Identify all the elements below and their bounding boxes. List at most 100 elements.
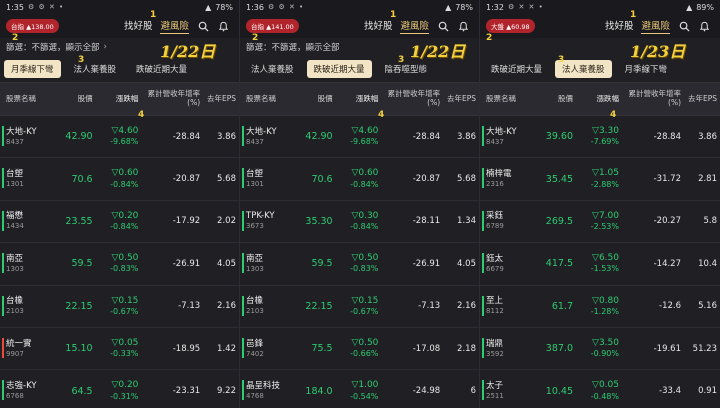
table-row[interactable]: 台橡 2103 22.15 ▽0.15 -0.67% -7.13 2.16 [240,285,479,328]
category-chip[interactable]: 跌破近期大量 [484,60,549,78]
table-row[interactable]: 大地-KY 8437 39.60 ▽3.30 -7.69% -28.84 3.86 [480,116,720,159]
table-row[interactable]: 至上 8112 61.7 ▽0.80 -1.28% -12.6 5.16 [480,285,720,328]
column-change[interactable]: 漲跌幅 [336,83,382,115]
category-chip[interactable]: 月季線下彎 [4,60,61,78]
stock-name-cell: 南亞 1303 [240,243,296,284]
table-row[interactable]: 邑鋒 7402 75.5 ▽0.50 -0.66% -17.08 2.18 [240,327,479,371]
eps-value: 0.91 [698,386,717,397]
change-percent: -0.84% [110,179,139,189]
category-chip[interactable]: 跌破近期大量 [306,60,372,78]
table-row[interactable]: 南亞 1303 59.5 ▽0.50 -0.83% -26.91 4.05 [0,243,239,286]
category-chip[interactable]: 法人棄養股 [244,60,301,78]
tab-find-stocks[interactable]: 找好股 [605,18,634,34]
tab-find-stocks[interactable]: 找好股 [124,18,153,34]
change-value: ▽7.00 [592,210,619,221]
category-chip[interactable]: 跌破近期大量 [129,60,194,78]
table-row[interactable]: 瑞鼎 3592 387.0 ▽3.50 -0.90% -19.61 51.23 [480,327,720,371]
stock-code: 2103 [6,307,24,316]
table-row[interactable]: 采鈺 6789 269.5 ▽7.00 -2.53% -20.27 5.8 [480,200,720,244]
column-eps[interactable]: 去年EPS [443,83,479,115]
column-name[interactable]: 股票名稱 [480,83,536,115]
screen-panel-1: 1:35 ⚙ ⚙ ✕ • ▲ 78% 台指 ▲138.00 找好股 避風險 1 篩選：不篩選，顯… [0,0,240,408]
search-icon[interactable] [674,16,694,36]
stock-code: 8437 [246,137,264,146]
trend-indicator [2,380,4,401]
signal-icon: ▲ [205,2,212,12]
table-row[interactable]: 鈺太 6679 417.5 ▽6.50 -1.53% -14.27 10.4 [480,243,720,286]
stock-price: 35.30 [305,215,333,227]
column-revenue-growth[interactable]: 累計營收年增率(%) [141,83,203,115]
battery-level: 78% [455,2,473,12]
column-price[interactable]: 股價 [296,83,336,115]
tab-avoid-risk[interactable]: 避風險 [160,18,189,34]
index-badge[interactable]: 台指 ▲138.00 [6,19,59,33]
column-price[interactable]: 股價 [56,83,96,115]
column-revenue-growth[interactable]: 累計營收年增率(%) [381,83,443,115]
column-price[interactable]: 股價 [536,83,576,115]
bell-icon[interactable] [213,16,233,36]
stock-label: 晶呈科技 4768 [246,381,280,401]
index-badge[interactable]: 大盤 ▲60.98 [486,19,535,33]
column-eps[interactable]: 去年EPS [203,83,239,115]
eps-value: 9.22 [217,386,236,397]
column-name[interactable]: 股票名稱 [240,83,296,115]
stock-code: 1303 [246,264,264,273]
column-eps[interactable]: 去年EPS [684,83,720,115]
stock-label: 台橡 2103 [6,296,24,316]
tab-avoid-risk[interactable]: 避風險 [641,18,670,34]
table-row[interactable]: TPK-KY 3673 35.30 ▽0.30 -0.84% -28.11 1.34 [240,200,479,244]
stock-code: 8112 [486,307,504,316]
table-row[interactable]: 台塑 1301 70.6 ▽0.60 -0.84% -20.87 5.68 [240,158,479,201]
trend-indicator [2,126,4,146]
bell-icon[interactable] [453,16,473,36]
table-row[interactable]: 南亞 1303 59.5 ▽0.50 -0.83% -26.91 4.05 [240,243,479,286]
category-chip[interactable]: 陰吞噬型態 [378,60,435,78]
table-row[interactable]: 台塑 1301 70.6 ▽0.60 -0.84% -20.87 5.68 [0,158,239,201]
tab-find-stocks[interactable]: 找好股 [364,18,393,34]
column-change[interactable]: 漲跌幅 [96,83,142,115]
tab-avoid-risk[interactable]: 避風險 [400,18,429,34]
trend-indicator [2,295,4,316]
change-percent: -0.90% [590,349,619,359]
table-row[interactable]: 楠梓電 2316 35.45 ▽1.05 -2.88% -31.72 2.81 [480,158,720,201]
revenue-growth: -28.84 [412,131,441,142]
change-value: ▽4.60 [111,126,139,137]
date-overlay: 1/22日 [160,42,216,61]
bell-icon[interactable] [694,16,714,36]
eps-value: 2.16 [217,301,236,312]
revenue-growth: -28.84 [653,131,681,142]
column-revenue-growth[interactable]: 累計營收年增率(%) [622,83,684,115]
column-name[interactable]: 股票名稱 [0,83,56,115]
index-badge[interactable]: 台指 ▲141.00 [246,19,299,33]
annotation-marker: 3 [78,55,85,65]
eps-value: 5.8 [703,216,717,227]
search-icon[interactable] [433,16,453,36]
table-row[interactable]: 統一實 9907 15.10 ▽0.05 -0.33% -18.95 1.42 [0,327,239,371]
table-row[interactable]: 福懋 1434 23.55 ▽0.20 -0.84% -17.92 2.02 [0,200,239,244]
stock-label: 瑞鼎 3592 [486,339,504,359]
table-row[interactable]: 晶呈科技 4768 184.0 ▽1.00 -0.54% -24.98 6 [240,370,479,408]
eps-value: 5.68 [457,174,476,185]
table-row[interactable]: 大地-KY 8437 42.90 ▽4.60 -9.68% -28.84 3.86 [240,116,479,159]
notification-icons: ⚙ ✕ ✕ • [507,3,544,11]
stock-code: 7402 [246,349,264,358]
stock-list: 大地-KY 8437 42.90 ▽4.60 -9.68% -28.84 3.86 台塑 130… [0,116,239,408]
category-chip[interactable]: 法人棄養股 [67,60,124,78]
search-icon[interactable] [193,16,213,36]
change-value: ▽0.50 [111,253,139,264]
table-row[interactable]: 大地-KY 8437 42.90 ▽4.60 -9.68% -28.84 3.86 [0,116,239,159]
table-row[interactable]: 太子 2511 10.45 ▽0.05 -0.48% -33.4 0.91 [480,370,720,408]
revenue-growth: -31.72 [653,174,681,185]
stock-price: 184.0 [305,385,333,397]
stock-code: 1301 [246,180,264,189]
change-percent: -0.31% [110,391,139,401]
table-row[interactable]: 志強-KY 6768 64.5 ▽0.20 -0.31% -23.31 9.22 [0,370,239,408]
stock-price: 22.15 [65,300,93,312]
trend-indicator [482,126,484,146]
price-change: ▽6.50 -1.53% [576,243,622,284]
stock-price: 22.15 [305,300,333,312]
category-chip[interactable]: 月季線下彎 [618,60,675,78]
eps-value: 51.23 [692,343,717,354]
table-row[interactable]: 台橡 2103 22.15 ▽0.15 -0.67% -7.13 2.16 [0,285,239,328]
date-overlay: 1/23日 [630,42,686,61]
